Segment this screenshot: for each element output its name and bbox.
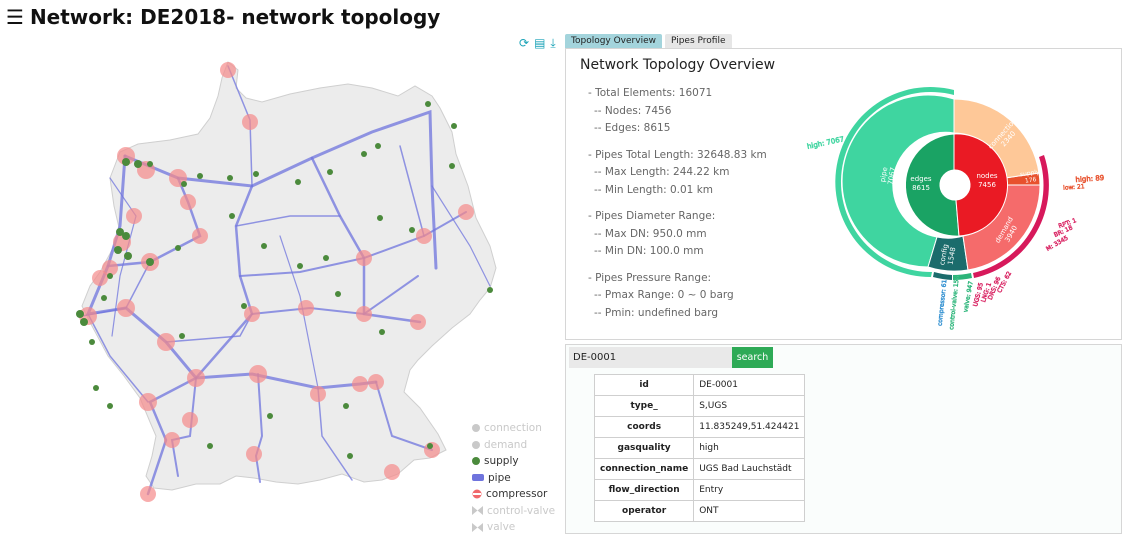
detail-key: coords	[593, 416, 695, 438]
sunburst-chart[interactable]: edges 8615 nodes 7456 pipe 7067 config 1…	[791, 53, 1121, 339]
stat-nodes: -- Nodes: 7456	[594, 104, 672, 117]
sunburst-value-pipe: 7067	[886, 167, 897, 186]
circle-icon	[472, 440, 480, 449]
table-row: gasquality high	[593, 437, 806, 459]
table-row: id DE-0001	[593, 374, 806, 396]
table-row: type_ S,UGS	[593, 395, 806, 417]
bowtie-icon	[472, 506, 483, 516]
detail-key: gasquality	[593, 437, 695, 459]
legend-label: control-valve	[487, 504, 556, 517]
sunburst-outer-ring-config[interactable]	[933, 272, 952, 280]
refresh-icon[interactable]: ⟳	[519, 36, 529, 51]
page-header: ☰ Network: DE2018- network topology	[6, 4, 440, 30]
map-legend: connection demand supply pipe compressor…	[472, 420, 555, 534]
table-row: flow_direction Entry	[593, 479, 806, 501]
stat-pipes-length: - Pipes Total Length: 32648.83 km	[588, 148, 767, 161]
tab-pipes-profile[interactable]: Pipes Profile	[664, 34, 732, 48]
stat-edges: -- Edges: 8615	[594, 122, 671, 134]
stat-pmax: -- Pmax Range: 0 ~ 0 barg	[594, 289, 734, 301]
detail-value: high	[693, 437, 806, 459]
stat-max-length: -- Max Length: 244.22 km	[594, 166, 730, 178]
detail-value: DE-0001	[693, 374, 806, 396]
page-title: Network: DE2018- network topology	[29, 5, 441, 29]
panel-title: Network Topology Overview	[580, 57, 776, 73]
detail-value: 11.835249,51.424421	[693, 416, 806, 438]
table-row: coords 11.835249,51.424421	[593, 416, 806, 438]
stat-max-dn: -- Max DN: 950.0 mm	[594, 227, 707, 240]
sunburst-outer-label-valve: valve: 947	[962, 280, 974, 312]
legend-item-demand[interactable]: demand	[472, 437, 555, 454]
stat-min-length: -- Min Length: 0.01 km	[594, 183, 714, 196]
tab-topology-overview[interactable]: Topology Overview	[565, 34, 662, 48]
stats-list: - Total Elements: 16071 -- Nodes: 7456 -…	[588, 85, 767, 322]
stat-diameter-range: - Pipes Diameter Range:	[588, 210, 716, 222]
legend-item-connection[interactable]: connection	[472, 420, 555, 437]
search-button[interactable]: search	[732, 347, 773, 368]
sunburst-outer-label-high-2: high: 89	[1075, 174, 1104, 184]
sunburst-outer-label-compressor: compressor: 61	[937, 279, 949, 326]
download-icon[interactable]: ⤓	[550, 36, 555, 51]
table-row: connection_name UGS Bad Lauchstädt	[593, 458, 806, 480]
document-icon[interactable]: ▤	[534, 36, 545, 51]
stat-min-dn: -- Min DN: 100.0 mm	[594, 245, 704, 257]
legend-item-supply[interactable]: supply	[472, 453, 555, 470]
stat-total-elements: - Total Elements: 16071	[588, 87, 713, 99]
app-window: ☰ Network: DE2018- network topology ⟳ ▤ …	[0, 0, 1128, 534]
sunburst-label-nodes: nodes	[976, 172, 997, 180]
legend-item-pipe[interactable]: pipe	[472, 470, 555, 487]
detail-value: Entry	[693, 479, 806, 501]
legend-item-valve[interactable]: valve	[472, 519, 555, 534]
detail-key: id	[593, 374, 695, 396]
stat-pmin: -- Pmin: undefined barg	[594, 306, 718, 319]
circle-icon	[472, 424, 480, 433]
legend-label: demand	[484, 438, 528, 451]
sunburst-value-edges: 8615	[912, 184, 930, 192]
germany-outline	[81, 61, 497, 491]
detail-value: ONT	[693, 500, 806, 522]
topology-overview-panel: Network Topology Overview - Total Elemen…	[565, 48, 1122, 340]
legend-label: connection	[484, 422, 542, 434]
sunburst-value-nodes: 7456	[978, 181, 996, 189]
detail-value: S,UGS	[693, 395, 806, 417]
bowtie-icon	[472, 522, 483, 532]
sunburst-outer-label-high: high: 7067	[806, 135, 845, 151]
legend-label: valve	[487, 521, 516, 533]
sunburst-label-edges: edges	[910, 175, 932, 183]
detail-key: operator	[593, 500, 695, 522]
sunburst-outer-label-low: low: 21	[1063, 183, 1085, 191]
detail-key: connection_name	[593, 458, 695, 480]
details-table: id DE-0001 type_ S,UGS coords 11.835249,51.…	[593, 374, 806, 522]
legend-item-compressor[interactable]: compressor	[472, 486, 555, 503]
legend-item-control-valve[interactable]: control-valve	[472, 503, 555, 520]
sunburst-outer-label-control-valve: control-valve: 158	[948, 275, 961, 330]
search-panel: search idDE-0001 type_S,UGS coords11.835…	[565, 344, 1122, 534]
table-row: operator ONT	[593, 500, 806, 522]
legend-label: pipe	[488, 471, 511, 484]
legend-label: supply	[484, 455, 519, 467]
tab-bar: Topology Overview Pipes Profile	[565, 34, 732, 48]
bar-icon	[472, 474, 484, 482]
compressor-icon	[472, 489, 482, 499]
legend-label: compressor	[486, 488, 548, 500]
detail-key: type_	[593, 395, 695, 417]
stat-pressure-range: - Pipes Pressure Range:	[588, 271, 712, 284]
detail-key: flow_direction	[593, 479, 695, 501]
circle-icon	[472, 457, 480, 466]
toolbar: ⟳ ▤ ⤓	[519, 36, 556, 51]
search-input[interactable]	[569, 347, 733, 368]
detail-value: UGS Bad Lauchstädt	[693, 458, 806, 480]
hamburger-icon[interactable]: ☰	[6, 5, 24, 29]
